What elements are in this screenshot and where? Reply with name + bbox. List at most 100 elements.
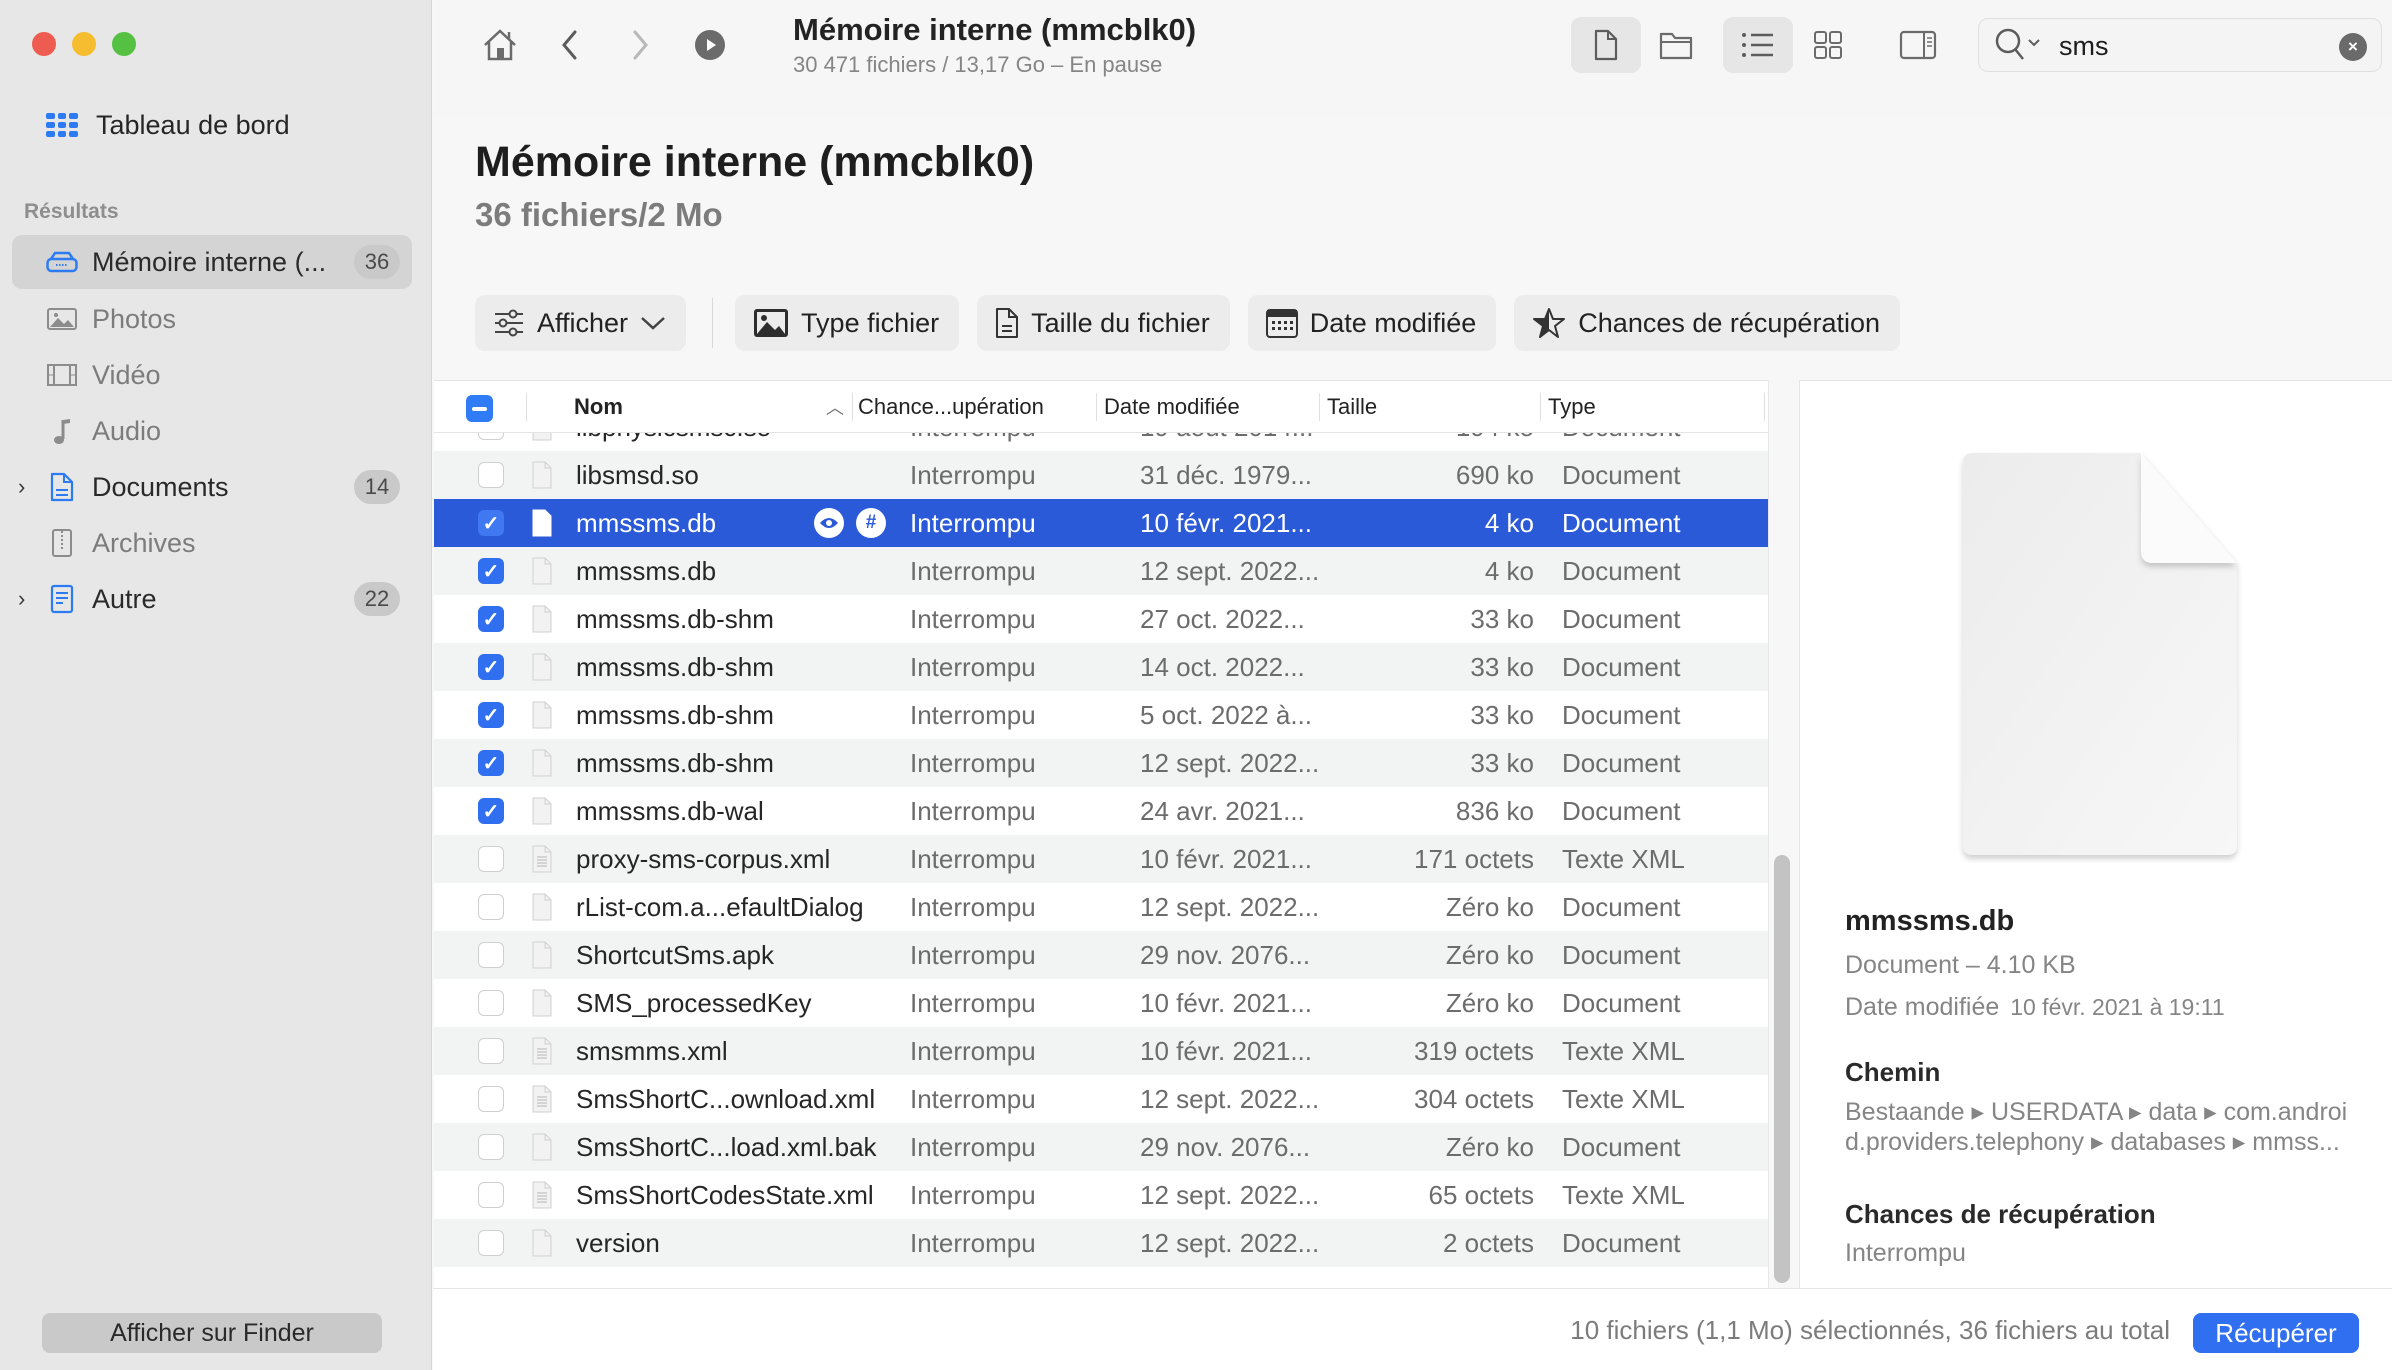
table-row[interactable]: ✓ mmssms.db-shm Interrompu 5 oct. 2022 à...… <box>434 691 1768 739</box>
folder-view-button[interactable] <box>1641 17 1711 73</box>
file-size-filter[interactable]: Taille du fichier <box>977 295 1230 351</box>
zoom-window-button[interactable] <box>112 32 136 56</box>
row-checkbox[interactable]: ✓ <box>478 654 504 680</box>
column-header-type[interactable]: Type <box>1548 381 1596 433</box>
table-row[interactable]: libsmsd.so Interrompu 31 déc. 1979... 690 k… <box>434 451 1768 499</box>
date-modified: 27 oct. 2022... <box>1140 603 1305 634</box>
recover-button[interactable]: Récupérer <box>2193 1313 2359 1353</box>
column-header-size[interactable]: Taille <box>1327 381 1377 433</box>
sidebar-item-archives[interactable]: Archives <box>12 516 412 570</box>
sliders-icon <box>495 309 523 337</box>
file-name: SMS_processedKey <box>576 987 812 1018</box>
table-row[interactable]: ✓ mmssms.db-wal Interrompu 24 avr. 2021... 8… <box>434 787 1768 835</box>
search-icon[interactable] <box>1993 27 2049 68</box>
file-size: 171 octets <box>1414 843 1534 874</box>
row-checkbox[interactable]: ✓ <box>478 702 504 728</box>
row-checkbox[interactable]: ✓ <box>478 606 504 632</box>
row-checkbox[interactable] <box>478 1134 504 1160</box>
file-type: Document <box>1562 507 1681 538</box>
close-window-button[interactable] <box>32 32 56 56</box>
table-row[interactable]: proxy-sms-corpus.xml Interrompu 10 févr. 2… <box>434 835 1768 883</box>
table-row[interactable]: ✓ mmssms.db Interrompu 10 févr. 2021... 4 ko… <box>434 499 1768 547</box>
row-checkbox[interactable] <box>478 1230 504 1256</box>
date-value: 10 févr. 2021 à 19:11 <box>2010 994 2225 1020</box>
row-checkbox[interactable] <box>478 1086 504 1112</box>
row-checkbox[interactable] <box>478 846 504 872</box>
row-checkbox[interactable] <box>478 1038 504 1064</box>
recovery-chance: Interrompu <box>910 1131 1036 1162</box>
preview-panel-toggle[interactable] <box>1883 17 1953 73</box>
minimize-window-button[interactable] <box>72 32 96 56</box>
sidebar-item-documents[interactable]: › Documents 14 <box>12 460 412 514</box>
sidebar-item-audio[interactable]: Audio <box>12 404 412 458</box>
table-row[interactable]: ✓ mmssms.db-shm Interrompu 14 oct. 2022... 3… <box>434 643 1768 691</box>
sidebar-item-other[interactable]: › Autre 22 <box>12 572 412 626</box>
path-line: Bestaande ▸ USERDATA ▸ data ▸ com.androi <box>1845 1098 2348 1126</box>
file-type: Document <box>1562 747 1681 778</box>
sidebar-item-dashboard[interactable]: Tableau de bord <box>46 104 290 146</box>
table-row[interactable]: version Interrompu 12 sept. 2022... 2 octet… <box>434 1219 1768 1267</box>
table-row[interactable]: SMS_processedKey Interrompu 10 févr. 2021.… <box>434 979 1768 1027</box>
sort-ascending-icon[interactable]: ︿ <box>826 381 844 433</box>
date-modified: 10 févr. 2021... <box>1140 843 1313 874</box>
file-size: 836 ko <box>1455 795 1534 826</box>
file-icon <box>532 691 554 739</box>
search-input[interactable] <box>2059 29 2319 63</box>
forward-icon[interactable] <box>617 22 663 68</box>
table-row[interactable]: rList-com.a...efaultDialog Interrompu 12 s… <box>434 883 1768 931</box>
list-view-button[interactable] <box>1723 17 1793 73</box>
table-row[interactable]: smsmms.xml Interrompu 10 févr. 2021... 319 … <box>434 1027 1768 1075</box>
column-divider <box>852 393 853 421</box>
home-icon[interactable] <box>477 22 523 68</box>
play-icon[interactable] <box>687 22 733 68</box>
recovery-chance-filter[interactable]: Chances de récupération <box>1514 295 1900 351</box>
back-icon[interactable] <box>547 22 593 68</box>
column-header-name[interactable]: Nom <box>574 381 623 433</box>
row-checkbox[interactable] <box>478 1182 504 1208</box>
file-size: 65 octets <box>1428 1179 1534 1210</box>
file-table: Nom ︿ Chance...upération Date modifiée T… <box>434 380 1768 1288</box>
search-field[interactable]: × <box>1978 18 2382 72</box>
row-checkbox[interactable]: ✓ <box>478 750 504 776</box>
path-heading: Chemin <box>1845 1057 1941 1087</box>
row-checkbox[interactable] <box>478 894 504 920</box>
row-checkbox[interactable]: ✓ <box>478 510 504 536</box>
hex-view-icon[interactable]: # <box>856 508 886 538</box>
table-row[interactable]: SmsShortC...ownload.xml Interrompu 12 sept… <box>434 1075 1768 1123</box>
sidebar-item-photos[interactable]: Photos <box>12 292 412 346</box>
table-row[interactable]: SmsShortCodesState.xml Interrompu 12 sept.… <box>434 1171 1768 1219</box>
row-checkbox[interactable] <box>478 942 504 968</box>
row-checkbox[interactable] <box>478 990 504 1016</box>
scrollbar-thumb[interactable] <box>1774 855 1790 1283</box>
show-filter-dropdown[interactable]: Afficher <box>475 295 687 351</box>
file-name: smsmms.xml <box>576 1035 728 1066</box>
file-size: Zéro ko <box>1445 939 1534 970</box>
sidebar: Tableau de bord Résultats Mémoire intern… <box>0 0 432 1370</box>
chevron-right-icon[interactable]: › <box>18 586 25 612</box>
table-row[interactable]: SmsShortC...load.xml.bak Interrompu 29 nov… <box>434 1123 1768 1171</box>
sidebar-item-internal-memory[interactable]: Mémoire interne (... 36 <box>12 235 412 289</box>
grid-view-button[interactable] <box>1793 17 1863 73</box>
column-header-chance[interactable]: Chance...upération <box>858 381 1044 433</box>
file-view-button[interactable] <box>1571 17 1641 73</box>
file-type-filter[interactable]: Type fichier <box>735 295 960 351</box>
table-row[interactable]: ✓ mmssms.db-shm Interrompu 27 oct. 2022... 3… <box>434 595 1768 643</box>
row-checkbox[interactable]: ✓ <box>478 798 504 824</box>
row-checkbox[interactable] <box>478 462 504 488</box>
table-row[interactable]: ✓ mmssms.db Interrompu 12 sept. 2022... 4 ko… <box>434 547 1768 595</box>
show-in-finder-button[interactable]: Afficher sur Finder <box>42 1313 382 1353</box>
table-row[interactable]: ✓ mmssms.db-shm Interrompu 12 sept. 2022...… <box>434 739 1768 787</box>
preview-eye-icon[interactable] <box>814 508 844 538</box>
clear-search-icon[interactable]: × <box>2339 33 2367 61</box>
select-all-checkbox[interactable] <box>466 395 493 422</box>
document-icon <box>996 308 1019 338</box>
date-modified-filter[interactable]: Date modifiée <box>1247 295 1497 351</box>
preview-file-name: mmssms.db <box>1845 905 2015 937</box>
table-row[interactable]: ShortcutSms.apk Interrompu 29 nov. 2076...… <box>434 931 1768 979</box>
sidebar-item-video[interactable]: Vidéo <box>12 348 412 402</box>
file-name: proxy-sms-corpus.xml <box>576 843 831 874</box>
row-checkbox[interactable]: ✓ <box>478 558 504 584</box>
chevron-right-icon[interactable]: › <box>18 474 25 500</box>
file-size: 319 octets <box>1414 1035 1534 1066</box>
column-header-date[interactable]: Date modifiée <box>1104 381 1240 433</box>
